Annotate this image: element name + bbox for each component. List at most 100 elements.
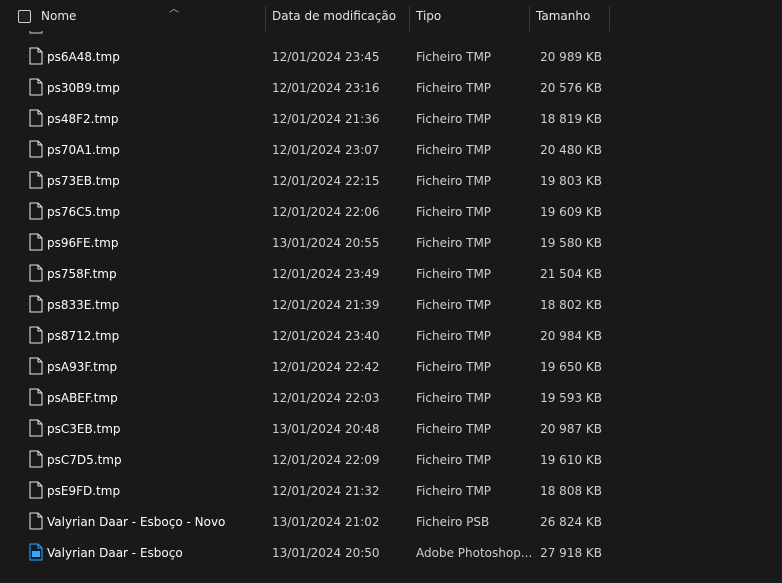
file-modified-date: 12/01/2024 23:16 (272, 81, 380, 95)
file-size: 19 803 KB (540, 174, 602, 188)
file-size: 20 989 KB (540, 50, 602, 64)
table-row[interactable]: ps96FE.tmp 13/01/2024 20:55 Ficheiro TMP 19… (0, 227, 610, 258)
table-row[interactable]: psC7D5.tmp 12/01/2024 22:09 Ficheiro TMP 19… (0, 444, 610, 475)
file-name: ps96FE.tmp (47, 236, 119, 250)
file-size: 19 610 KB (540, 453, 602, 467)
file-type: Ficheiro TMP (416, 267, 492, 281)
column-divider[interactable] (609, 6, 610, 31)
file-modified-date: 12/01/2024 23:49 (272, 267, 380, 281)
file-icon (29, 109, 43, 127)
file-type: Ficheiro TMP (416, 453, 492, 467)
file-name: psC3EB.tmp (47, 422, 121, 436)
file-name: ps8712.tmp (47, 329, 120, 343)
file-size: 19 580 KB (540, 236, 602, 250)
table-row[interactable]: ps73EB.tmp 12/01/2024 22:15 Ficheiro TMP 19… (0, 165, 610, 196)
column-header-type-label: Tipo (416, 9, 442, 23)
file-type: Ficheiro TMP (416, 422, 492, 436)
file-type: Ficheiro TMP (416, 236, 492, 250)
column-header-name-label: Nome (41, 9, 77, 23)
file-name: psC7D5.tmp (47, 453, 122, 467)
sort-ascending-icon: ︿ (169, 4, 179, 15)
file-type: Ficheiro TMP (416, 50, 492, 64)
column-header-date[interactable]: Data de modificação (266, 0, 409, 31)
file-name: ps73EB.tmp (47, 174, 120, 188)
table-row[interactable]: ps758F.tmp 12/01/2024 23:49 Ficheiro TMP 21… (0, 258, 610, 289)
column-header-name[interactable]: Nome ︿ (33, 0, 265, 31)
file-modified-date: 12/01/2024 21:39 (272, 298, 380, 312)
file-icon (29, 264, 43, 282)
file-icon (29, 202, 43, 220)
file-icon (29, 47, 43, 65)
table-row[interactable]: ps833E.tmp 12/01/2024 21:39 Ficheiro TMP 18… (0, 289, 610, 320)
file-icon (29, 419, 43, 437)
file-name: Valyrian Daar - Esboço (47, 546, 183, 560)
file-type: Ficheiro TMP (416, 298, 492, 312)
file-name: ps70A1.tmp (47, 143, 120, 157)
table-row[interactable]: ps76C5.tmp 12/01/2024 22:06 Ficheiro TMP 19… (0, 196, 610, 227)
file-size: 20 576 KB (540, 81, 602, 95)
file-icon (29, 512, 43, 530)
file-modified-date: 12/01/2024 22:15 (272, 174, 380, 188)
file-modified-date: 12/01/2024 22:03 (272, 391, 380, 405)
table-row[interactable]: ps70A1.tmp 12/01/2024 23:07 Ficheiro TMP 20… (0, 134, 610, 165)
file-name: ps6A48.tmp (47, 50, 120, 64)
select-all-checkbox[interactable] (18, 10, 31, 23)
file-name: psA93F.tmp (47, 360, 118, 374)
file-size: 18 819 KB (540, 112, 602, 126)
table-row[interactable]: ps8712.tmp 12/01/2024 23:40 Ficheiro TMP 20… (0, 320, 610, 351)
file-size: 19 593 KB (540, 391, 602, 405)
table-row[interactable]: psABEF.tmp 12/01/2024 22:03 Ficheiro TMP 19… (0, 382, 610, 413)
table-row[interactable]: psC3EB.tmp 13/01/2024 20:48 Ficheiro TMP 20… (0, 413, 610, 444)
file-name: ps758F.tmp (47, 267, 117, 281)
file-name: ps48F2.tmp (47, 112, 119, 126)
file-type: Adobe Photoshop... (416, 546, 533, 560)
file-icon (29, 450, 43, 468)
file-modified-date: 13/01/2024 21:02 (272, 515, 380, 529)
file-modified-date: 12/01/2024 21:32 (272, 484, 380, 498)
column-header-date-label: Data de modificação (272, 9, 397, 23)
file-icon (29, 357, 43, 375)
file-type: Ficheiro TMP (416, 484, 492, 498)
file-modified-date: 12/01/2024 21:36 (272, 112, 380, 126)
file-icon (29, 326, 43, 344)
file-name: ps833E.tmp (47, 298, 120, 312)
file-size: 18 802 KB (540, 298, 602, 312)
file-name: ps76C5.tmp (47, 205, 120, 219)
table-row[interactable]: Valyrian Daar - Esboço - Novo 13/01/2024 … (0, 506, 610, 537)
table-row[interactable]: psE9FD.tmp 12/01/2024 21:32 Ficheiro TMP 18… (0, 475, 610, 506)
file-type: Ficheiro TMP (416, 205, 492, 219)
file-modified-date: 12/01/2024 22:42 (272, 360, 380, 374)
table-row[interactable]: ps6A48.tmp 12/01/2024 23:45 Ficheiro TMP 20… (0, 41, 610, 72)
table-row[interactable]: Valyrian Daar - Esboço 13/01/2024 20:50 Ad… (0, 537, 610, 568)
file-list: ps6A48.tmp 12/01/2024 23:45 Ficheiro TMP 20… (0, 0, 782, 583)
column-header-size[interactable]: Tamanho (530, 0, 609, 31)
file-size: 26 824 KB (540, 515, 602, 529)
table-row[interactable]: psA93F.tmp 12/01/2024 22:42 Ficheiro TMP 19… (0, 351, 610, 382)
file-type: Ficheiro TMP (416, 391, 492, 405)
file-modified-date: 12/01/2024 23:07 (272, 143, 380, 157)
file-modified-date: 13/01/2024 20:55 (272, 236, 380, 250)
file-size: 21 504 KB (540, 267, 602, 281)
file-type: Ficheiro TMP (416, 174, 492, 188)
file-icon (29, 388, 43, 406)
file-modified-date: 12/01/2024 22:06 (272, 205, 380, 219)
file-size: 20 480 KB (540, 143, 602, 157)
table-row[interactable]: ps30B9.tmp 12/01/2024 23:16 Ficheiro TMP 20… (0, 72, 610, 103)
file-icon (29, 481, 43, 499)
file-type: Ficheiro PSB (416, 515, 490, 529)
file-size: 27 918 KB (540, 546, 602, 560)
file-icon (29, 295, 43, 313)
photoshop-file-icon (29, 543, 43, 561)
file-size: 19 609 KB (540, 205, 602, 219)
column-header-bar: Nome ︿ Data de modificação Tipo Tamanho (0, 0, 782, 31)
file-icon (29, 140, 43, 158)
file-modified-date: 12/01/2024 22:09 (272, 453, 380, 467)
table-row[interactable]: ps48F2.tmp 12/01/2024 21:36 Ficheiro TMP 18… (0, 103, 610, 134)
file-icon (29, 78, 43, 96)
file-modified-date: 13/01/2024 20:50 (272, 546, 380, 560)
file-size: 20 987 KB (540, 422, 602, 436)
file-type: Ficheiro TMP (416, 112, 492, 126)
file-name: Valyrian Daar - Esboço - Novo (47, 515, 226, 529)
column-header-type[interactable]: Tipo (410, 0, 529, 31)
file-size: 18 808 KB (540, 484, 602, 498)
